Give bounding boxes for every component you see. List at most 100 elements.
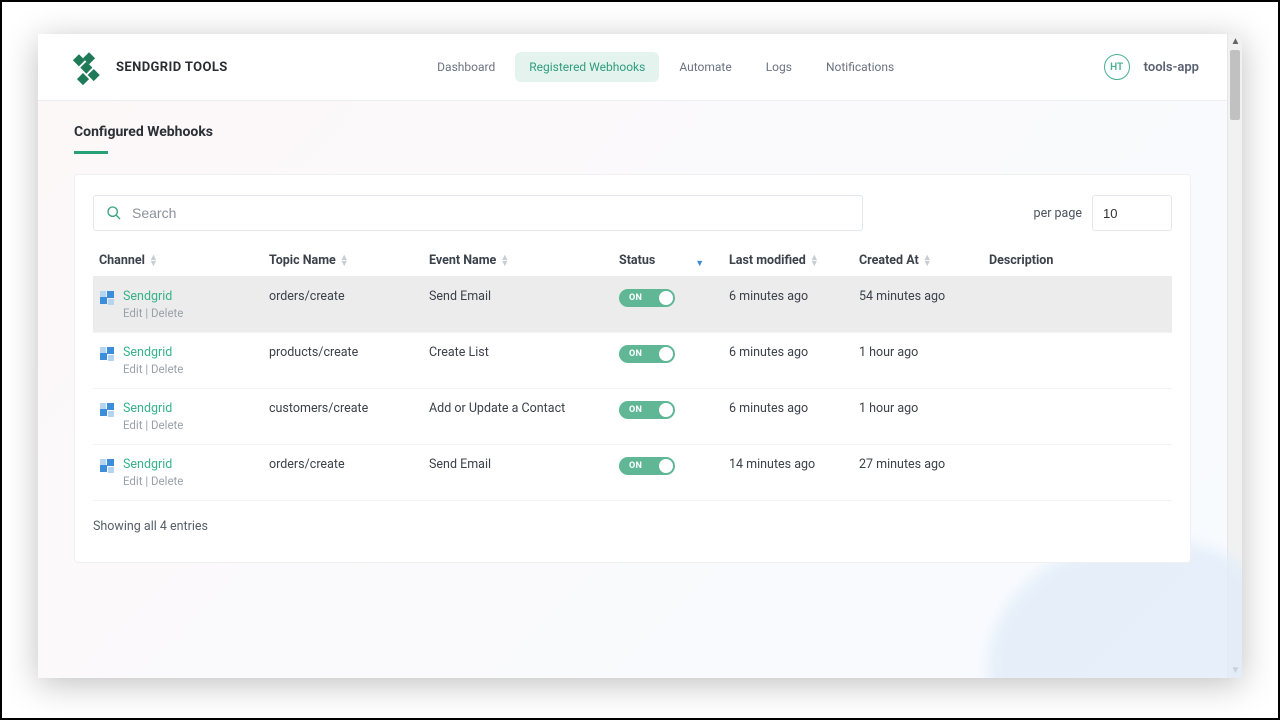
channel-link[interactable]: Sendgrid xyxy=(123,401,183,416)
channel-link[interactable]: Sendgrid xyxy=(123,345,183,360)
table-row[interactable]: Sendgrid Edit | Delete orders/createSend E… xyxy=(93,277,1172,333)
th-channel[interactable]: Channel ▲▼ xyxy=(93,245,263,277)
delete-link[interactable]: Delete xyxy=(151,474,183,488)
user-name: tools-app xyxy=(1144,60,1199,75)
status-toggle[interactable]: ON xyxy=(619,457,675,475)
channel-cell: Sendgrid Edit | Delete xyxy=(99,457,257,488)
row-actions: Edit | Delete xyxy=(123,362,183,376)
sendgrid-icon xyxy=(99,345,115,366)
page-title: Configured Webhooks xyxy=(74,124,213,152)
sort-icon: ▲▼ xyxy=(810,255,819,267)
search-box[interactable] xyxy=(93,195,863,231)
main-nav: Dashboard Registered Webhooks Automate L… xyxy=(423,52,908,82)
modified-cell: 6 minutes ago xyxy=(723,389,853,445)
nav-logs[interactable]: Logs xyxy=(752,52,806,82)
event-cell: Add or Update a Contact xyxy=(423,389,613,445)
channel-cell: Sendgrid Edit | Delete xyxy=(99,289,257,320)
channel-cell: Sendgrid Edit | Delete xyxy=(99,345,257,376)
table-footer: Showing all 4 entries xyxy=(93,519,1172,534)
toggle-knob xyxy=(659,347,673,361)
sendgrid-icon xyxy=(99,401,115,422)
per-page-label: per page xyxy=(1034,206,1082,221)
panel-toolbar: per page xyxy=(93,195,1172,231)
app-content: SENDGRID TOOLS Dashboard Registered Webh… xyxy=(38,34,1227,678)
per-page-select[interactable] xyxy=(1092,195,1172,231)
toggle-knob xyxy=(659,459,673,473)
delete-link[interactable]: Delete xyxy=(151,306,183,320)
sort-icon: ▲▼ xyxy=(923,255,932,267)
user-menu[interactable]: HT tools-app xyxy=(1104,54,1199,80)
sendgrid-icon xyxy=(99,457,115,478)
webhooks-table: Channel ▲▼ Topic Name ▲▼ Event Name ▲▼ Stat… xyxy=(93,245,1172,501)
outer-frame: ▲ ▼ SENDGRID xyxy=(0,0,1280,720)
th-created-label: Created At xyxy=(859,253,919,268)
sort-icon: ▲▼ xyxy=(340,255,349,267)
channel-cell: Sendgrid Edit | Delete xyxy=(99,401,257,432)
th-channel-label: Channel xyxy=(99,253,145,268)
th-topic-label: Topic Name xyxy=(269,253,336,268)
modified-cell: 14 minutes ago xyxy=(723,445,853,501)
edit-link[interactable]: Edit xyxy=(123,306,142,320)
edit-link[interactable]: Edit xyxy=(123,418,142,432)
page-title-wrap: Configured Webhooks xyxy=(38,101,1227,152)
description-cell xyxy=(983,389,1172,445)
th-status-label: Status xyxy=(619,253,655,268)
sort-icon: ▲▼ xyxy=(149,255,158,267)
toggle-knob xyxy=(659,403,673,417)
modified-cell: 6 minutes ago xyxy=(723,333,853,389)
th-description[interactable]: Description xyxy=(983,245,1172,277)
edit-link[interactable]: Edit xyxy=(123,474,142,488)
row-actions: Edit | Delete xyxy=(123,474,183,488)
channel-link[interactable]: Sendgrid xyxy=(123,289,183,304)
nav-dashboard[interactable]: Dashboard xyxy=(423,52,509,82)
nav-automate[interactable]: Automate xyxy=(665,52,745,82)
topic-cell: orders/create xyxy=(263,277,423,333)
status-toggle[interactable]: ON xyxy=(619,289,675,307)
sort-icon: ▲▼ xyxy=(500,255,509,267)
nav-registered-webhooks[interactable]: Registered Webhooks xyxy=(515,52,659,82)
created-cell: 1 hour ago xyxy=(853,333,983,389)
topic-cell: products/create xyxy=(263,333,423,389)
th-created[interactable]: Created At ▲▼ xyxy=(853,245,983,277)
delete-link[interactable]: Delete xyxy=(151,418,183,432)
th-event[interactable]: Event Name ▲▼ xyxy=(423,245,613,277)
event-cell: Send Email xyxy=(423,277,613,333)
row-actions: Edit | Delete xyxy=(123,306,183,320)
description-cell xyxy=(983,333,1172,389)
table-row[interactable]: Sendgrid Edit | Delete products/createCrea… xyxy=(93,333,1172,389)
description-cell xyxy=(983,277,1172,333)
modified-cell: 6 minutes ago xyxy=(723,277,853,333)
nav-notifications[interactable]: Notifications xyxy=(812,52,908,82)
created-cell: 1 hour ago xyxy=(853,389,983,445)
delete-link[interactable]: Delete xyxy=(151,362,183,376)
toggle-knob xyxy=(659,291,673,305)
created-cell: 27 minutes ago xyxy=(853,445,983,501)
th-modified[interactable]: Last modified▲▼ xyxy=(723,245,853,277)
row-actions: Edit | Delete xyxy=(123,418,183,432)
th-status[interactable]: Status ▲▼ xyxy=(613,245,723,277)
search-icon xyxy=(106,205,122,221)
sort-icon: ▲▼ xyxy=(695,255,704,267)
th-event-label: Event Name xyxy=(429,253,496,268)
table-row[interactable]: Sendgrid Edit | Delete customers/createAdd… xyxy=(93,389,1172,445)
status-toggle[interactable]: ON xyxy=(619,401,675,419)
avatar: HT xyxy=(1104,54,1130,80)
topic-cell: customers/create xyxy=(263,389,423,445)
edit-link[interactable]: Edit xyxy=(123,362,142,376)
created-cell: 54 minutes ago xyxy=(853,277,983,333)
topic-cell: orders/create xyxy=(263,445,423,501)
search-input[interactable] xyxy=(132,205,850,221)
brand-title: SENDGRID TOOLS xyxy=(116,60,228,75)
table-row[interactable]: SendgridEdit | Deleteorders/createSend E… xyxy=(93,445,1172,501)
channel-link[interactable]: Sendgrid xyxy=(123,457,183,472)
th-topic[interactable]: Topic Name ▲▼ xyxy=(263,245,423,277)
event-cell: Create List xyxy=(423,333,613,389)
status-toggle[interactable]: ON xyxy=(619,345,675,363)
browser-window: ▲ ▼ SENDGRID xyxy=(38,34,1242,678)
brand[interactable]: SENDGRID TOOLS xyxy=(66,48,228,86)
sendgrid-icon xyxy=(99,289,115,310)
scrollbar-up-icon[interactable]: ▲ xyxy=(1228,34,1242,49)
scrollbar-thumb[interactable] xyxy=(1230,50,1240,120)
per-page: per page xyxy=(1034,195,1172,231)
logo-icon xyxy=(66,48,104,86)
